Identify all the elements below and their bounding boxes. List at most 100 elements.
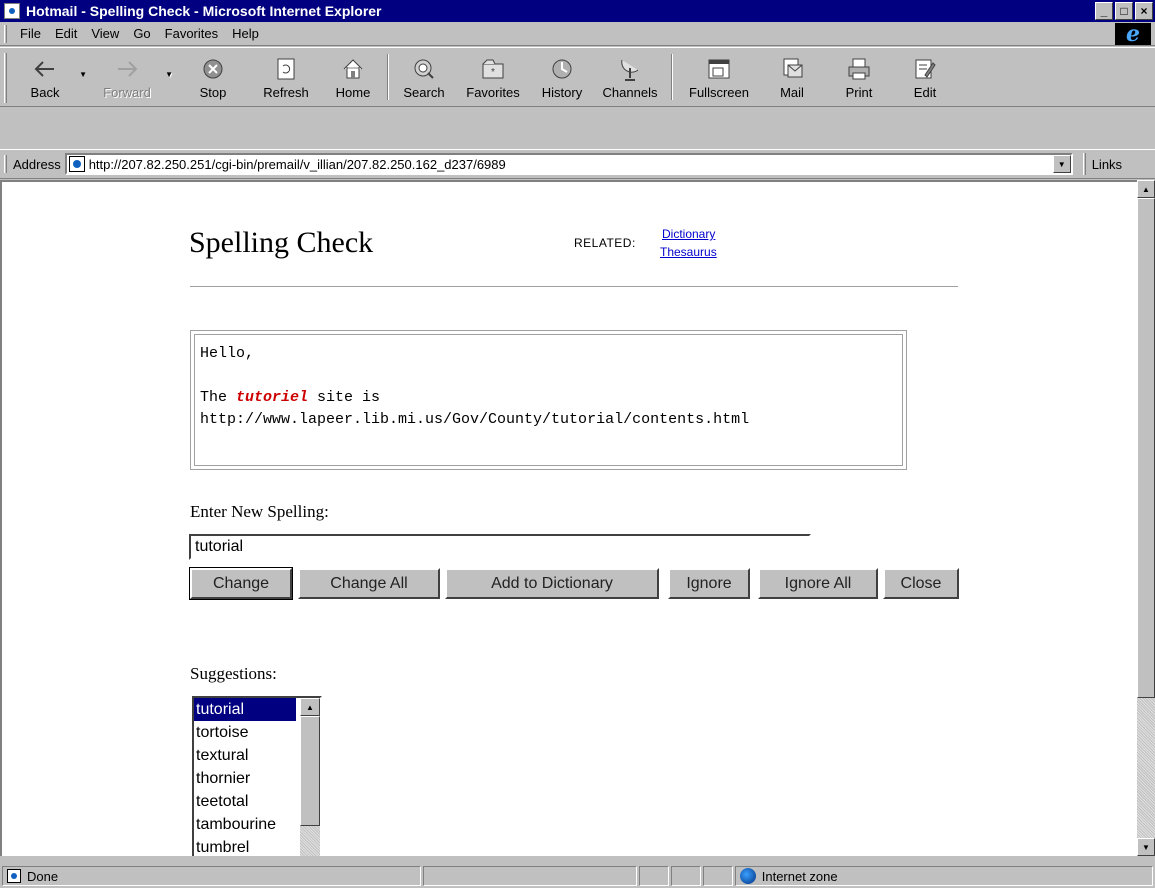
search-button[interactable]: Search <box>393 48 455 106</box>
channels-button[interactable]: Channels <box>593 48 667 106</box>
mail-label: Mail <box>780 85 804 100</box>
dictionary-link[interactable]: Dictionary <box>662 227 715 241</box>
menu-favorites[interactable]: Favorites <box>158 26 225 41</box>
status-panel-blank <box>670 866 701 886</box>
ie-logo-icon: e <box>1115 21 1151 47</box>
print-label: Print <box>845 85 873 100</box>
search-label: Search <box>403 85 445 100</box>
thesaurus-link[interactable]: Thesaurus <box>660 245 717 259</box>
back-button[interactable]: Back ▼ <box>13 48 87 106</box>
suggestions-label: Suggestions: <box>190 664 277 683</box>
message-text: Hello, The tutoriel site is http://www.l… <box>194 334 903 466</box>
minimize-button[interactable]: _ <box>1095 2 1113 20</box>
stop-label: Stop <box>199 85 227 100</box>
status-panel-blank <box>702 866 733 886</box>
back-label: Back <box>30 85 60 100</box>
divider <box>190 286 958 288</box>
title-bar: Hotmail - Spelling Check - Microsoft Int… <box>0 0 1155 22</box>
close-window-button[interactable]: × <box>1135 2 1153 20</box>
zone-panel: Internet zone <box>734 866 1153 886</box>
home-icon <box>339 55 367 83</box>
toolbar: Back ▼ Forward ▼ Stop Refresh Home Searc… <box>0 47 1155 107</box>
toolbar-grip[interactable] <box>4 53 7 103</box>
links-grip[interactable] <box>1082 153 1086 175</box>
ie-page-icon[interactable] <box>4 3 20 19</box>
address-field[interactable]: http://207.82.250.251/cgi-bin/premail/v_… <box>64 153 1073 175</box>
status-panel-blank <box>638 866 669 886</box>
mail-icon <box>778 55 806 83</box>
forward-label: Forward <box>103 85 151 100</box>
ignore-button[interactable]: Ignore <box>668 568 750 599</box>
menu-file[interactable]: File <box>13 26 48 41</box>
address-grip[interactable] <box>4 155 7 173</box>
suggestions-scrollbar[interactable]: ▲ <box>300 698 320 856</box>
back-dropdown-icon[interactable]: ▼ <box>79 70 87 79</box>
fullscreen-label: Fullscreen <box>689 85 749 100</box>
scroll-thumb[interactable] <box>300 716 320 826</box>
page-content: Spelling Check RELATED: Dictionary Thesa… <box>0 180 1137 856</box>
message-frame: Hello, The tutoriel site is http://www.l… <box>190 330 907 470</box>
window-title: Hotmail - Spelling Check - Microsoft Int… <box>26 3 382 19</box>
maximize-button[interactable]: □ <box>1115 2 1133 20</box>
forward-arrow-icon <box>113 55 141 83</box>
forward-button[interactable]: Forward ▼ <box>91 48 173 106</box>
status-bar: Done Internet zone <box>0 864 1155 888</box>
links-button[interactable]: Links <box>1092 157 1122 172</box>
back-arrow-icon <box>31 55 59 83</box>
menu-go[interactable]: Go <box>126 26 157 41</box>
edit-button[interactable]: Edit <box>895 48 955 106</box>
print-button[interactable]: Print <box>823 48 895 106</box>
mail-button[interactable]: Mail <box>761 48 823 106</box>
favorites-button[interactable]: * Favorites <box>455 48 531 106</box>
page-icon <box>68 156 85 172</box>
toolbar-separator <box>671 54 673 100</box>
menu-help[interactable]: Help <box>225 26 266 41</box>
history-button[interactable]: History <box>531 48 593 106</box>
new-spelling-input[interactable]: tutorial <box>189 534 811 560</box>
globe-icon <box>739 868 756 884</box>
zone-text: Internet zone <box>761 868 838 884</box>
message-line-3-prefix: The <box>200 389 237 406</box>
channels-icon <box>616 55 644 83</box>
svg-text:*: * <box>491 67 495 78</box>
print-icon <box>845 55 873 83</box>
misspelled-word: tutoriel <box>236 389 309 406</box>
home-label: Home <box>335 85 371 100</box>
suggestions-listbox[interactable]: tutorial tortoise textural thornier teet… <box>192 696 322 856</box>
edit-icon <box>911 55 939 83</box>
menu-view[interactable]: View <box>84 26 126 41</box>
favorites-label: Favorites <box>466 85 520 100</box>
change-button[interactable]: Change <box>189 567 293 600</box>
message-line-2 <box>200 367 209 384</box>
fullscreen-button[interactable]: Fullscreen <box>677 48 761 106</box>
address-dropdown-icon[interactable]: ▼ <box>1052 155 1071 173</box>
menu-edit[interactable]: Edit <box>48 26 84 41</box>
favorites-icon: * <box>479 55 507 83</box>
forward-dropdown-icon[interactable]: ▼ <box>165 70 173 79</box>
refresh-button[interactable]: Refresh <box>249 48 323 106</box>
close-button[interactable]: Close <box>883 568 959 599</box>
history-label: History <box>541 85 583 100</box>
related-label: RELATED: <box>574 236 636 250</box>
home-button[interactable]: Home <box>323 48 383 106</box>
suggestion-item-selected[interactable]: tutorial <box>194 698 296 721</box>
refresh-icon <box>272 55 300 83</box>
window-controls: _ □ × <box>1095 2 1153 20</box>
scroll-up-arrow-icon[interactable]: ▲ <box>300 698 320 716</box>
ignore-all-button[interactable]: Ignore All <box>758 568 878 599</box>
address-url[interactable]: http://207.82.250.251/cgi-bin/premail/v_… <box>89 157 506 172</box>
message-line-4: http://www.lapeer.lib.mi.us/Gov/County/t… <box>200 411 750 428</box>
add-to-dictionary-button[interactable]: Add to Dictionary <box>445 568 659 599</box>
page-scrollbar[interactable]: ▲ ▼ <box>1137 180 1155 856</box>
history-icon <box>548 55 576 83</box>
page-scroll-thumb[interactable] <box>1137 198 1155 698</box>
change-all-button[interactable]: Change All <box>298 568 440 599</box>
menu-bar: File Edit View Go Favorites Help e <box>0 21 1155 47</box>
new-spelling-label: Enter New Spelling: <box>190 502 329 521</box>
stop-button[interactable]: Stop <box>177 48 249 106</box>
menu-grip[interactable] <box>4 24 7 43</box>
scroll-up-arrow-icon[interactable]: ▲ <box>1137 180 1155 198</box>
edit-label: Edit <box>913 85 937 100</box>
scroll-down-arrow-icon[interactable]: ▼ <box>1137 838 1155 856</box>
fullscreen-icon <box>705 55 733 83</box>
